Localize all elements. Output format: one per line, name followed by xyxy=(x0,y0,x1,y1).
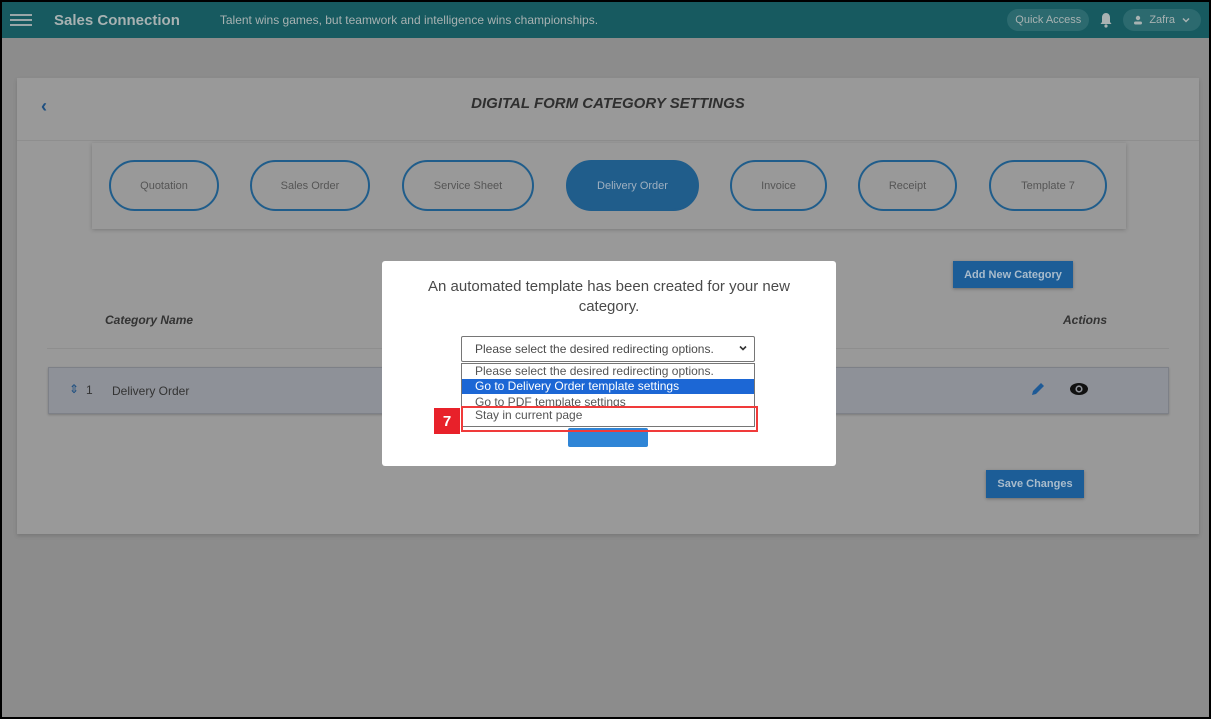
sort-icon[interactable]: ⇕ xyxy=(69,382,79,396)
user-menu[interactable]: Zafra xyxy=(1123,9,1201,31)
select-value: Please select the desired redirecting op… xyxy=(475,342,714,356)
step-number-badge: 7 xyxy=(434,408,460,434)
column-header-actions: Actions xyxy=(1063,313,1108,327)
step-highlight-box xyxy=(461,406,758,432)
tab-service-sheet[interactable]: Service Sheet xyxy=(402,160,534,211)
user-icon xyxy=(1134,15,1143,25)
tab-sales-order[interactable]: Sales Order xyxy=(250,160,370,211)
top-navbar: Sales Connection Talent wins games, but … xyxy=(2,2,1209,38)
template-created-dialog: An automated template has been created f… xyxy=(382,261,836,466)
bell-icon[interactable] xyxy=(1099,12,1113,28)
row-category-name: Delivery Order xyxy=(112,384,190,398)
redirect-options-select[interactable]: Please select the desired redirecting op… xyxy=(461,336,755,362)
view-icon[interactable] xyxy=(1068,380,1090,403)
form-type-tabs: Quotation Sales Order Service Sheet Deli… xyxy=(92,143,1126,229)
add-new-category-button[interactable]: Add New Category xyxy=(953,261,1073,288)
app-title[interactable]: Sales Connection xyxy=(54,12,180,29)
tagline: Talent wins games, but teamwork and inte… xyxy=(219,13,599,27)
chevron-down-icon xyxy=(1182,17,1190,23)
option-pdf-template-settings[interactable]: Go to PDF template settings xyxy=(462,394,754,406)
card-header: ‹ DIGITAL FORM CATEGORY SETTINGS xyxy=(17,78,1199,141)
tab-delivery-order[interactable]: Delivery Order xyxy=(566,160,699,211)
dialog-message: An automated template has been created f… xyxy=(428,278,790,315)
tab-quotation[interactable]: Quotation xyxy=(109,160,219,211)
page-title: DIGITAL FORM CATEGORY SETTINGS xyxy=(471,95,745,112)
tab-receipt[interactable]: Receipt xyxy=(858,160,957,211)
user-name: Zafra xyxy=(1149,14,1175,26)
row-index: 1 xyxy=(86,383,93,397)
option-placeholder[interactable]: Please select the desired redirecting op… xyxy=(462,364,754,379)
quick-access-button[interactable]: Quick Access xyxy=(1007,9,1090,31)
save-changes-button[interactable]: Save Changes xyxy=(986,470,1084,498)
column-header-category-name: Category Name xyxy=(105,313,194,327)
tab-invoice[interactable]: Invoice xyxy=(730,160,827,211)
option-delivery-order-template-settings[interactable]: Go to Delivery Order template settings xyxy=(462,379,754,394)
edit-icon[interactable] xyxy=(1029,380,1047,403)
menu-icon[interactable] xyxy=(10,14,32,26)
tab-template-7[interactable]: Template 7 xyxy=(989,160,1107,211)
chevron-down-icon xyxy=(739,345,747,351)
